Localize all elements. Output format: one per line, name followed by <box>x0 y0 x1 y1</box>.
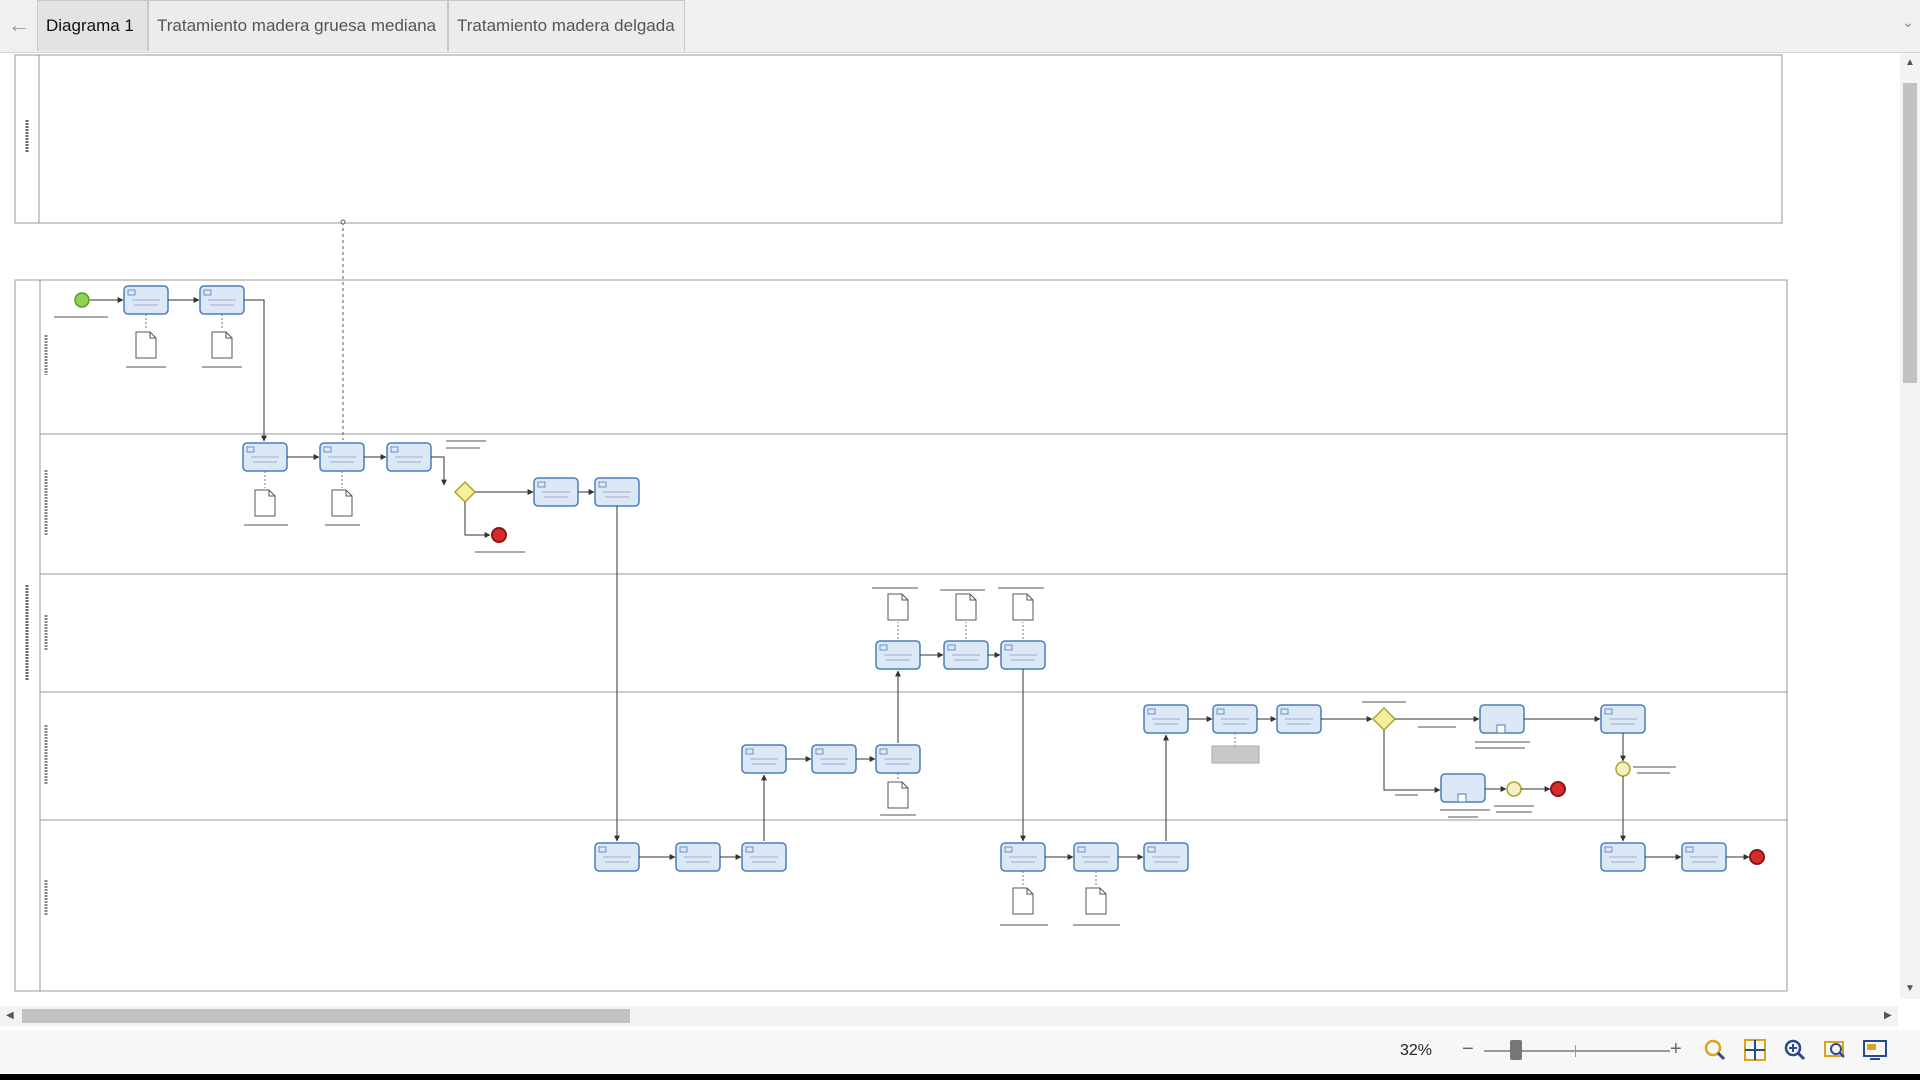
vertical-scroll-thumb[interactable] <box>1903 83 1917 383</box>
task-lane2-1[interactable] <box>242 442 288 472</box>
pool-main <box>14 279 1788 992</box>
zoom-in-icon[interactable] <box>1782 1037 1808 1063</box>
task-lane4-2[interactable] <box>811 744 857 774</box>
task-lane1-1[interactable] <box>123 285 169 315</box>
end-event-lane2[interactable] <box>491 527 507 543</box>
status-bar: 32% − + <box>0 1030 1920 1072</box>
chevron-down-icon[interactable]: ⌄ <box>1902 14 1914 31</box>
task-lane2-2[interactable] <box>319 442 365 472</box>
document-lane4-1[interactable] <box>887 781 909 809</box>
tab-diagrama-1[interactable]: Diagrama 1 <box>37 0 148 51</box>
scroll-down-icon[interactable]: ▼ <box>1900 983 1920 994</box>
task-lane4-5[interactable] <box>1212 704 1258 734</box>
zoom-in-button[interactable]: + <box>1670 1038 1682 1061</box>
document-lane1-1[interactable] <box>135 331 157 359</box>
zoom-area-icon[interactable] <box>1822 1037 1848 1063</box>
scroll-up-icon[interactable]: ▲ <box>1900 57 1920 68</box>
diagram-tab-bar: ← Diagrama 1 Tratamiento madera gruesa m… <box>0 0 1920 53</box>
diagram-canvas[interactable] <box>0 53 1898 999</box>
document-lane5-1[interactable] <box>1012 887 1034 915</box>
intermediate-event-2[interactable] <box>1615 761 1631 777</box>
document-lane2-2[interactable] <box>331 489 353 517</box>
scroll-right-icon[interactable]: ▶ <box>1884 1006 1892 1026</box>
task-lane2-4[interactable] <box>533 477 579 507</box>
end-event-lane5[interactable] <box>1749 849 1765 865</box>
message-flow-start <box>340 219 346 225</box>
intermediate-event-1[interactable] <box>1506 781 1522 797</box>
zoom-slider-midmark <box>1575 1045 1576 1057</box>
annotation-lane4 <box>1211 745 1260 764</box>
task-lane4-7[interactable] <box>1600 704 1646 734</box>
task-lane5-3[interactable] <box>741 842 787 872</box>
task-lane4-1[interactable] <box>741 744 787 774</box>
document-lane3-2[interactable] <box>955 593 977 621</box>
pool-top <box>14 54 1783 224</box>
task-lane5-5[interactable] <box>1073 842 1119 872</box>
task-lane3-3[interactable] <box>1000 640 1046 670</box>
document-lane5-2[interactable] <box>1085 887 1107 915</box>
document-lane3-1[interactable] <box>887 593 909 621</box>
task-lane3-2[interactable] <box>943 640 989 670</box>
vertical-scrollbar[interactable]: ▲ ▼ <box>1900 53 1920 999</box>
task-lane5-8[interactable] <box>1681 842 1727 872</box>
task-lane5-6[interactable] <box>1143 842 1189 872</box>
document-lane2-1[interactable] <box>254 489 276 517</box>
task-lane5-1[interactable] <box>594 842 640 872</box>
task-lane4-4[interactable] <box>1143 704 1189 734</box>
task-lane5-7[interactable] <box>1600 842 1646 872</box>
end-event-lane4[interactable] <box>1550 781 1566 797</box>
task-lane5-2[interactable] <box>675 842 721 872</box>
scroll-left-icon[interactable]: ◀ <box>6 1006 14 1026</box>
back-arrow-icon[interactable]: ← <box>4 10 34 40</box>
zoom-fit-icon[interactable] <box>1702 1037 1728 1063</box>
zoom-level: 32% <box>1400 1042 1433 1059</box>
overview-icon[interactable] <box>1862 1037 1888 1063</box>
zoom-slider-thumb[interactable] <box>1510 1040 1522 1060</box>
task-lane3-1[interactable] <box>875 640 921 670</box>
tab-tratamiento-madera-gruesa-mediana[interactable]: Tratamiento madera gruesa mediana <box>148 0 448 51</box>
task-lane5-4[interactable] <box>1000 842 1046 872</box>
document-lane3-3[interactable] <box>1012 593 1034 621</box>
grid-icon[interactable] <box>1742 1037 1768 1063</box>
zoom-out-button[interactable]: − <box>1462 1038 1474 1061</box>
task-lane4-3[interactable] <box>875 744 921 774</box>
task-lane2-5[interactable] <box>594 477 640 507</box>
task-lane1-2[interactable] <box>199 285 245 315</box>
task-lane2-3[interactable] <box>386 442 432 472</box>
horizontal-scrollbar[interactable]: ◀ ▶ <box>0 1006 1898 1026</box>
horizontal-scroll-thumb[interactable] <box>22 1009 630 1023</box>
window-bottom-edge <box>0 1074 1920 1080</box>
document-lane1-2[interactable] <box>211 331 233 359</box>
task-lane4-6[interactable] <box>1276 704 1322 734</box>
tab-tratamiento-madera-delgada[interactable]: Tratamiento madera delgada <box>448 0 685 51</box>
start-event[interactable] <box>74 292 90 308</box>
bpmn-diagram <box>14 54 1788 992</box>
